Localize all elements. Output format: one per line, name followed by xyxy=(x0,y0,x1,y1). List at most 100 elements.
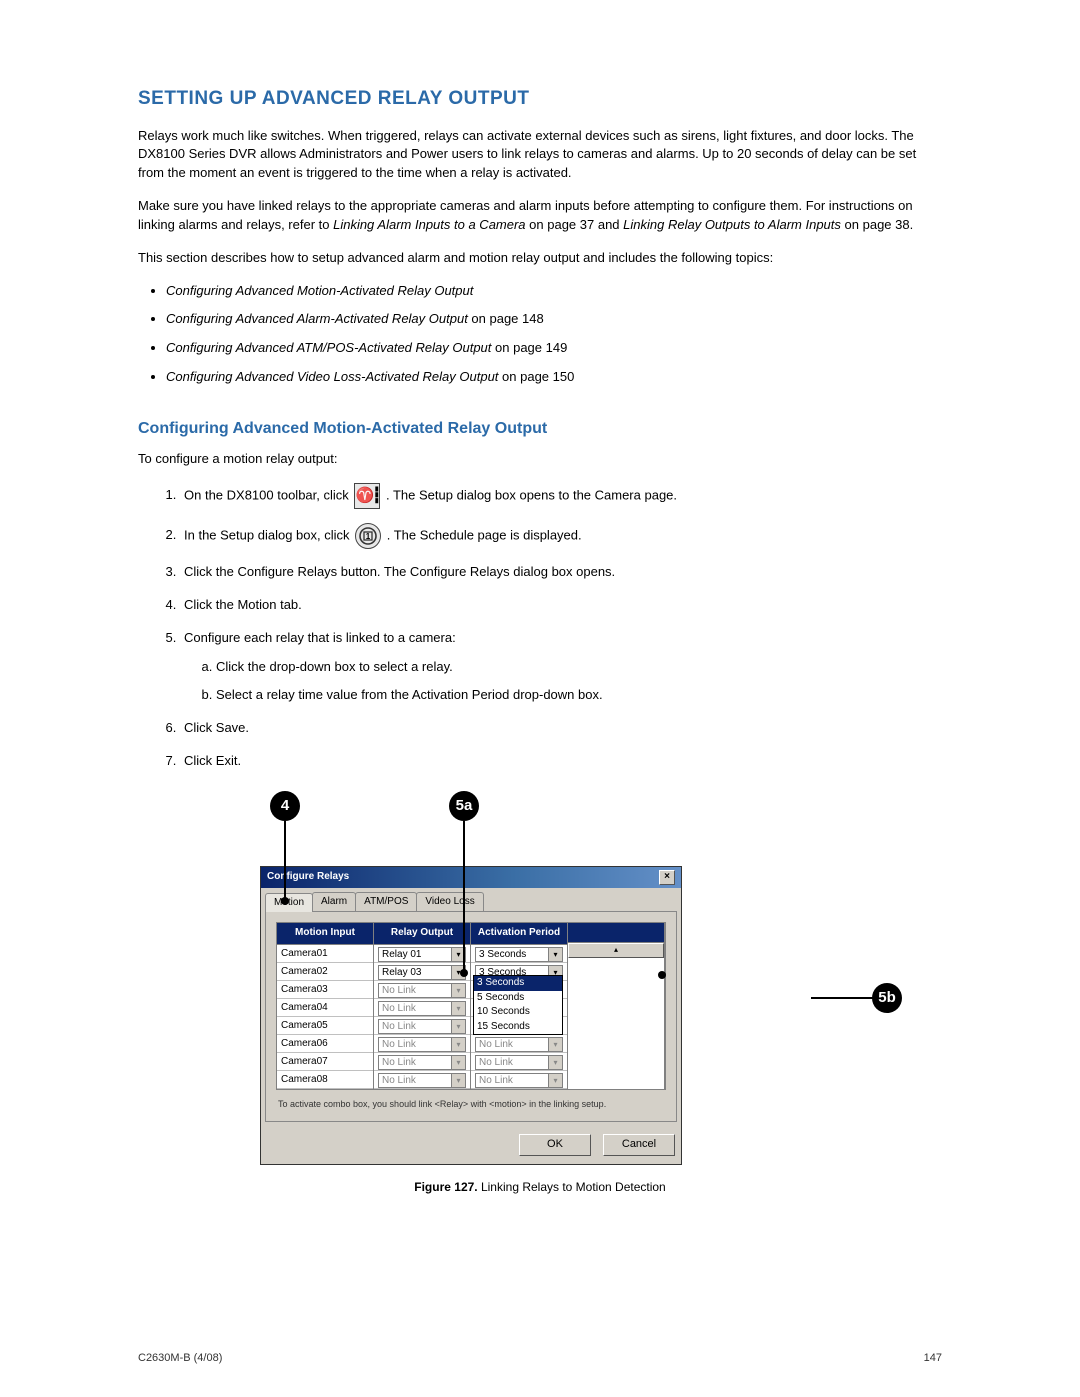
relay-table: Motion Input Camera01 Camera02 Camera03 … xyxy=(276,922,666,1090)
section-heading: SETTING UP ADVANCED RELAY OUTPUT xyxy=(138,85,942,113)
col-header-relay-output: Relay Output xyxy=(374,923,470,945)
dropdown-option[interactable]: 3 Seconds xyxy=(474,976,562,991)
text: In the Setup dialog box, click xyxy=(184,527,353,542)
activation-period-dropdown[interactable]: 3 Seconds 5 Seconds 10 Seconds 15 Second… xyxy=(473,975,563,1035)
topic-link[interactable]: Configuring Advanced Video Loss-Activate… xyxy=(166,369,498,384)
activation-period-combo[interactable]: 3 Seconds▾ xyxy=(475,947,563,962)
close-icon[interactable]: × xyxy=(659,870,675,885)
xref-link[interactable]: Linking Alarm Inputs to a Camera xyxy=(333,217,525,232)
activation-period-combo[interactable]: No Link▾ xyxy=(475,1037,563,1052)
procedure-lead: To configure a motion relay output: xyxy=(138,450,942,469)
xref-link[interactable]: Linking Relay Outputs to Alarm Inputs xyxy=(623,217,841,232)
step-5: Configure each relay that is linked to a… xyxy=(180,629,942,706)
schedule-icon: 1 xyxy=(355,523,381,549)
callout-5b: 5b xyxy=(872,983,902,1013)
footer-page-number: 147 xyxy=(924,1351,942,1367)
dropdown-option[interactable]: 15 Seconds xyxy=(474,1020,562,1035)
svg-text:1: 1 xyxy=(366,532,371,541)
text: Configure each relay that is linked to a… xyxy=(184,630,456,645)
chevron-down-icon[interactable]: ▾ xyxy=(451,1056,465,1069)
toolbar-setup-icon: ♈┇ xyxy=(354,483,380,509)
relay-output-combo[interactable]: Relay 03▾ xyxy=(378,965,466,980)
topic-link[interactable]: Configuring Advanced ATM/POS-Activated R… xyxy=(166,340,491,355)
tab-motion[interactable]: Motion xyxy=(265,893,313,913)
topic-link[interactable]: Configuring Advanced Motion-Activated Re… xyxy=(166,283,473,298)
step-2: In the Setup dialog box, click 1 . The S… xyxy=(180,523,942,549)
leader-line xyxy=(811,997,873,999)
topic-list: Configuring Advanced Motion-Activated Re… xyxy=(138,282,942,387)
relay-output-combo[interactable]: No Link▾ xyxy=(378,1073,466,1088)
relay-output-combo[interactable]: No Link▾ xyxy=(378,983,466,998)
table-cell: Camera05 xyxy=(277,1017,373,1035)
col-header-motion-input: Motion Input xyxy=(277,923,373,945)
figure-caption: Figure 127. Linking Relays to Motion Det… xyxy=(260,1179,820,1196)
topic-link[interactable]: Configuring Advanced Alarm-Activated Rel… xyxy=(166,311,468,326)
procedure-steps: On the DX8100 toolbar, click ♈┇ . The Se… xyxy=(138,483,942,771)
table-cell: Camera08 xyxy=(277,1071,373,1089)
chevron-down-icon[interactable]: ▾ xyxy=(451,1020,465,1033)
table-cell: Camera07 xyxy=(277,1053,373,1071)
dropdown-option[interactable]: 10 Seconds xyxy=(474,1005,562,1020)
dropdown-option[interactable]: 5 Seconds xyxy=(474,991,562,1006)
leader-line xyxy=(463,821,465,971)
step-4: Click the Motion tab. xyxy=(180,596,942,615)
step-1: On the DX8100 toolbar, click ♈┇ . The Se… xyxy=(180,483,942,509)
text: on page 148 xyxy=(468,311,544,326)
activation-period-combo[interactable]: No Link▾ xyxy=(475,1055,563,1070)
text: . The Schedule page is displayed. xyxy=(387,527,582,542)
text: on page 38. xyxy=(845,217,914,232)
step-3: Click the Configure Relays button. The C… xyxy=(180,563,942,582)
figure-label: Figure 127. xyxy=(414,1180,477,1194)
chevron-down-icon[interactable]: ▾ xyxy=(451,1038,465,1051)
footer-doc-id: C2630M-B (4/08) xyxy=(138,1351,222,1367)
figure-text: Linking Relays to Motion Detection xyxy=(478,1180,666,1194)
table-cell: Camera04 xyxy=(277,999,373,1017)
chevron-down-icon[interactable]: ▾ xyxy=(548,1056,562,1069)
scroll-up-button[interactable]: ▴ xyxy=(568,943,664,958)
relay-output-combo[interactable]: No Link▾ xyxy=(378,1001,466,1016)
step-5b: Select a relay time value from the Activ… xyxy=(216,686,942,705)
chevron-down-icon[interactable]: ▾ xyxy=(548,1074,562,1087)
activation-period-combo[interactable]: No Link▾ xyxy=(475,1073,563,1088)
text: On the DX8100 toolbar, click xyxy=(184,487,352,502)
callout-4: 4 xyxy=(270,791,300,821)
ok-button[interactable]: OK xyxy=(519,1134,591,1156)
chevron-down-icon[interactable]: ▾ xyxy=(451,1074,465,1087)
text: on page 150 xyxy=(498,369,574,384)
tab-videoloss[interactable]: Video Loss xyxy=(416,892,483,912)
chevron-down-icon[interactable]: ▾ xyxy=(451,984,465,997)
callout-5a: 5a xyxy=(449,791,479,821)
dialog-titlebar: Configure Relays × xyxy=(261,867,681,888)
leader-dot xyxy=(460,969,468,977)
tab-atmpos[interactable]: ATM/POS xyxy=(355,892,417,912)
cancel-button[interactable]: Cancel xyxy=(603,1134,675,1156)
para-topics-lead: This section describes how to setup adva… xyxy=(138,249,942,268)
table-cell: Camera03 xyxy=(277,981,373,999)
para-intro-1: Relays work much like switches. When tri… xyxy=(138,127,942,184)
relay-output-combo[interactable]: Relay 01▾ xyxy=(378,947,466,962)
dialog-title: Configure Relays xyxy=(267,870,349,885)
relay-output-combo[interactable]: No Link▾ xyxy=(378,1055,466,1070)
chevron-down-icon[interactable]: ▾ xyxy=(548,948,562,961)
table-cell: Camera02 xyxy=(277,963,373,981)
chevron-down-icon[interactable]: ▾ xyxy=(451,1002,465,1015)
leader-dot xyxy=(281,897,289,905)
tab-alarm[interactable]: Alarm xyxy=(312,892,356,912)
text: . The Setup dialog box opens to the Came… xyxy=(386,487,677,502)
figure-127: 4 5a 5b Configure Relays × Motion Alarm … xyxy=(260,811,820,1196)
chevron-down-icon[interactable]: ▾ xyxy=(548,1038,562,1051)
table-cell: Camera06 xyxy=(277,1035,373,1053)
relay-output-combo[interactable]: No Link▾ xyxy=(378,1019,466,1034)
configure-relays-dialog: Configure Relays × Motion Alarm ATM/POS … xyxy=(260,866,682,1165)
step-7: Click Exit. xyxy=(180,752,942,771)
para-intro-2: Make sure you have linked relays to the … xyxy=(138,197,942,235)
subsection-heading: Configuring Advanced Motion-Activated Re… xyxy=(138,417,942,440)
step-6: Click Save. xyxy=(180,719,942,738)
leader-line xyxy=(284,821,286,899)
table-cell: Camera01 xyxy=(277,945,373,963)
text: on page 149 xyxy=(491,340,567,355)
dialog-hint: To activate combo box, you should link <… xyxy=(276,1090,666,1113)
relay-output-combo[interactable]: No Link▾ xyxy=(378,1037,466,1052)
text: on page 37 and xyxy=(529,217,623,232)
col-header-activation-period: Activation Period xyxy=(471,923,567,945)
